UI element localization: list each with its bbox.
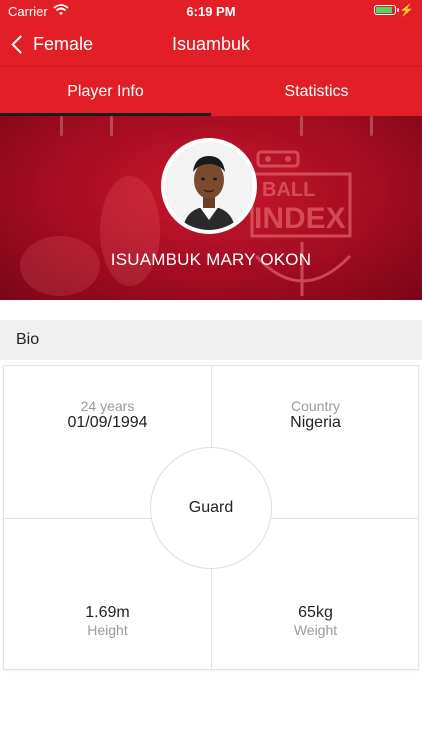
bio-card: 24 years 01/09/1994 Country Nigeria 1.69… bbox=[3, 365, 419, 670]
player-name: ISUAMBUK MARY OKON bbox=[110, 250, 312, 269]
player-header: BALL INDEX ISUAMBUK MARY OKON bbox=[0, 116, 422, 300]
tab-statistics[interactable]: Statistics bbox=[211, 67, 422, 116]
stadium-light bbox=[110, 116, 113, 136]
height-label: Height bbox=[87, 622, 128, 638]
tab-bar: Player Info Statistics bbox=[0, 66, 422, 116]
nav-bar: Female Isuambuk bbox=[0, 22, 422, 66]
age-cell: 24 years 01/09/1994 bbox=[4, 398, 211, 432]
status-time: 6:19 PM bbox=[186, 4, 236, 19]
weight-cell: 65kg Weight bbox=[212, 604, 419, 638]
ball-index-logo: BALL INDEX bbox=[250, 150, 352, 296]
birth-date-value: 01/09/1994 bbox=[67, 414, 148, 431]
position-badge: Guard bbox=[150, 447, 272, 569]
country-cell: Country Nigeria bbox=[212, 398, 419, 432]
top-bar: Carrier 6:19 PM ⚡ Female Isuambuk bbox=[0, 0, 422, 66]
weight-label: Weight bbox=[293, 622, 338, 638]
stadium-light bbox=[60, 116, 63, 136]
logo-text-ball: BALL bbox=[262, 179, 315, 201]
stadium-light bbox=[370, 116, 373, 136]
battery-icon bbox=[374, 5, 399, 15]
weight-value: 65kg bbox=[298, 604, 333, 621]
bio-section-title: Bio bbox=[16, 331, 40, 348]
position-value: Guard bbox=[188, 499, 234, 516]
page-title: Isuambuk bbox=[171, 34, 251, 54]
status-bar: Carrier 6:19 PM ⚡ bbox=[0, 0, 422, 22]
bio-section-header: Bio bbox=[0, 320, 422, 360]
height-value: 1.69m bbox=[85, 604, 130, 621]
stadium-light bbox=[300, 116, 303, 136]
country-label: Country bbox=[290, 398, 341, 414]
height-cell: 1.69m Height bbox=[4, 604, 211, 638]
player-avatar bbox=[161, 138, 257, 234]
logo-text-index: INDEX bbox=[254, 202, 346, 235]
country-value: Nigeria bbox=[290, 414, 341, 431]
tab-player-info[interactable]: Player Info bbox=[0, 67, 211, 116]
age-value: 24 years bbox=[80, 398, 135, 414]
charging-icon: ⚡ bbox=[399, 3, 414, 17]
